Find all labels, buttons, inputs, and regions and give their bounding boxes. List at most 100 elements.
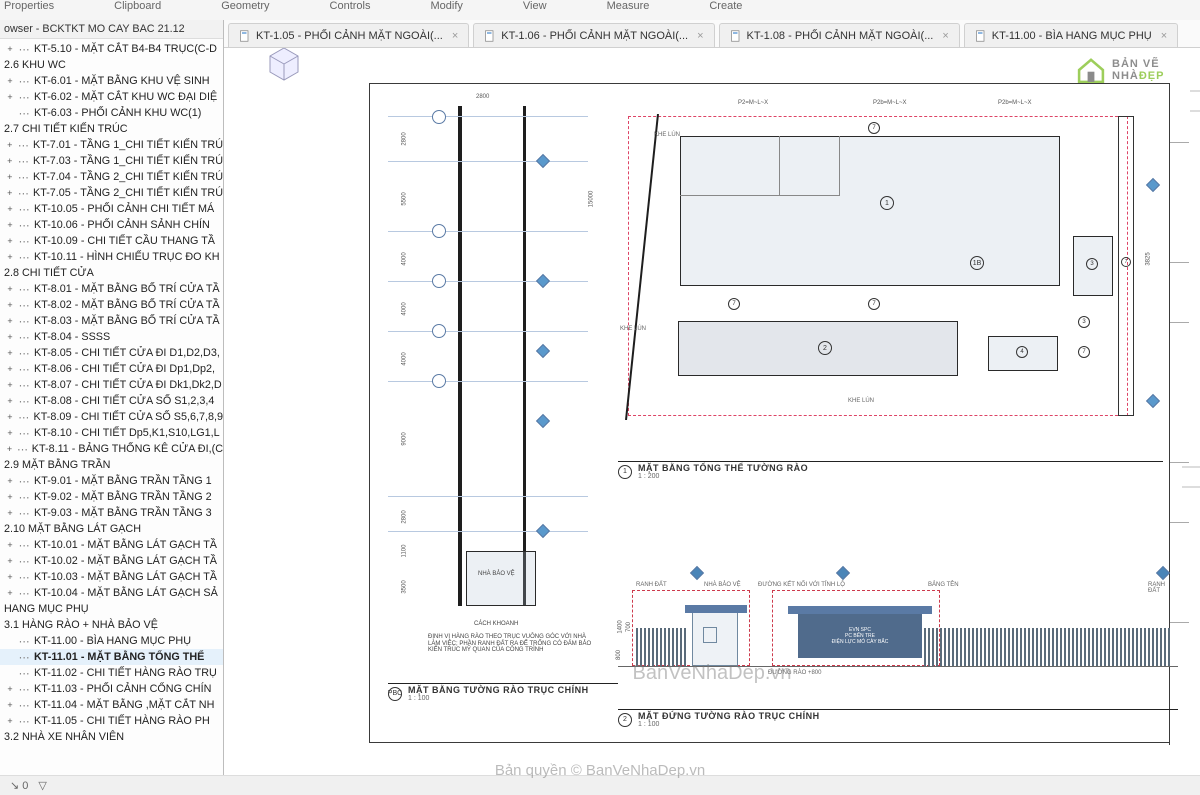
tree-label: KT-8.06 - CHI TIẾT CỬA ĐI Dp1,Dp2, xyxy=(32,363,215,375)
tree-item[interactable]: +⋯KT-10.04 - MẶT BẰNG LÁT GẠCH SẢ xyxy=(0,585,223,601)
grid-bubble xyxy=(429,271,449,291)
tree-item[interactable]: +⋯KT-8.04 - SSSS xyxy=(0,329,223,345)
tree-item[interactable]: +⋯KT-8.05 - CHI TIẾT CỬA ĐI D1,D2,D3, xyxy=(0,345,223,361)
view-title: MẶT ĐỨNG TƯỜNG RÀO TRỤC CHÍNH xyxy=(638,711,820,721)
tree-item[interactable]: ⋯KT-11.02 - CHI TIẾT HÀNG RÀO TRỤ xyxy=(0,665,223,681)
tree-item[interactable]: +⋯KT-11.05 - CHI TIẾT HÀNG RÀO PH xyxy=(0,713,223,729)
room-tag: 2 xyxy=(818,341,832,355)
tree-item[interactable]: +⋯KT-8.09 - CHI TIẾT CỬA SỐ S5,6,7,8,9 xyxy=(0,409,223,425)
tree-item[interactable]: +⋯KT-8.03 - MẶT BẰNG BỐ TRÍ CỬA TẦ xyxy=(0,313,223,329)
fence-right xyxy=(924,626,1174,666)
grid-bubble xyxy=(429,321,449,341)
tree-label: 3.1 HÀNG RÀO + NHÀ BẢO VỆ xyxy=(2,619,158,631)
tree-label: KT-8.11 - BẢNG THỐNG KÊ CỬA ĐI,(C xyxy=(30,443,223,455)
tree-item[interactable]: +⋯KT-10.11 - HÌNH CHIẾU TRỤC ĐO KH xyxy=(0,249,223,265)
tree-item[interactable]: +⋯KT-7.04 - TẦNG 2_CHI TIẾT KIẾN TRÚ xyxy=(0,169,223,185)
status-bar: ↘ 0 ▽ xyxy=(0,775,1200,795)
project-browser[interactable]: owser - BCKTKT MO CAY BAC 21.12 +⋯KT-5.1… xyxy=(0,20,224,775)
tree-item[interactable]: +⋯KT-5.10 - MẶT CẮT B4-B4 TRỤC(C-D xyxy=(0,41,223,57)
tree-label: KT-11.00 - BÌA HANG MỤC PHỤ xyxy=(32,635,191,647)
tree-label: KT-10.11 - HÌNH CHIẾU TRỤC ĐO KH xyxy=(32,251,220,263)
view-tab[interactable]: KT-11.00 - BÌA HANG MỤC PHỤ × xyxy=(964,23,1178,47)
tree-item[interactable]: +⋯KT-8.10 - CHI TIẾT Dp5,K1,S10,LG1,L xyxy=(0,425,223,441)
tree-item[interactable]: +⋯KT-6.02 - MẶT CẮT KHU WC ĐẠI DIỆ xyxy=(0,89,223,105)
house-icon xyxy=(1074,53,1108,87)
tree-item[interactable]: +⋯KT-7.01 - TẦNG 1_CHI TIẾT KIẾN TRÚ xyxy=(0,137,223,153)
view-tab[interactable]: KT-1.08 - PHỐI CẢNH MẶT NGOÀI(... × xyxy=(719,23,960,47)
tree-item[interactable]: +⋯KT-8.11 - BẢNG THỐNG KÊ CỬA ĐI,(C xyxy=(0,441,223,457)
tree-label: 3.2 NHÀ XE NHÂN VIÊN xyxy=(2,731,124,743)
room-tag: 3 xyxy=(1086,258,1098,270)
section-tag xyxy=(536,414,550,428)
tree-item[interactable]: +⋯KT-11.03 - PHỐI CẢNH CỔNG CHÍN xyxy=(0,681,223,697)
tree-label: KT-8.09 - CHI TIẾT CỬA SỐ S5,6,7,8,9 xyxy=(32,411,223,423)
view-scale: 1 : 100 xyxy=(408,695,589,702)
tree-label: KT-8.03 - MẶT BẰNG BỐ TRÍ CỬA TẦ xyxy=(32,315,220,327)
close-icon[interactable]: × xyxy=(942,30,948,42)
selection-count: ↘ 0 xyxy=(10,779,28,792)
tree-item[interactable]: +⋯KT-11.04 - MẶT BẰNG ,MẶT CẮT NH xyxy=(0,697,223,713)
view-tab[interactable]: KT-1.05 - PHỐI CẢNH MẶT NGOÀI(... × xyxy=(228,23,469,47)
tree-label: KT-8.10 - CHI TIẾT Dp5,K1,S10,LG1,L xyxy=(32,427,220,439)
section-tag xyxy=(536,344,550,358)
sheet-frame: ĐI NGÃ 3 BẾN ĐT 882 ĐI CHỢ BA VÁT xyxy=(369,83,1189,743)
tree-item[interactable]: +⋯KT-8.01 - MẶT BẰNG BỐ TRÍ CỬA TẦ xyxy=(0,281,223,297)
tree-item[interactable]: +⋯KT-7.05 - TẦNG 2_CHI TIẾT KIẾN TRÚ xyxy=(0,185,223,201)
room-tag: 1B xyxy=(970,256,984,270)
close-icon[interactable]: × xyxy=(697,30,703,42)
tree-item[interactable]: ⋯KT-11.01 - MẶT BẰNG TỔNG THỂ xyxy=(0,649,223,665)
drawing-canvas[interactable]: BẢN VẼ NHÀĐẸP xyxy=(224,48,1200,775)
tree-item[interactable]: +⋯KT-10.05 - PHỐI CẢNH CHI TIẾT MÁ xyxy=(0,201,223,217)
close-icon[interactable]: × xyxy=(452,30,458,42)
tree-group[interactable]: 2.7 CHI TIẾT KIẾN TRÚC xyxy=(0,121,223,137)
tree-label: KT-11.03 - PHỐI CẢNH CỔNG CHÍN xyxy=(32,683,211,695)
view-number: 2 xyxy=(618,713,632,727)
elev-tag xyxy=(690,566,704,580)
tree-label: KT-10.06 - PHỐI CẢNH SẢNH CHÍN xyxy=(32,219,210,231)
sheet-icon xyxy=(484,30,496,42)
tree-label: KT-11.04 - MẶT BẰNG ,MẶT CẮT NH xyxy=(32,699,214,711)
section-tag xyxy=(536,274,550,288)
tree-item[interactable]: +⋯KT-7.03 - TẦNG 1_CHI TIẾT KIẾN TRÚ xyxy=(0,153,223,169)
view-title: MẶT BẰNG TỔNG THỂ TƯỜNG RÀO xyxy=(638,463,808,473)
tree-label: KT-8.04 - SSSS xyxy=(32,331,110,343)
tree-item[interactable]: +⋯KT-8.02 - MẶT BẰNG BỐ TRÍ CỬA TẦ xyxy=(0,297,223,313)
tree-group[interactable]: 2.6 KHU WC xyxy=(0,57,223,73)
tree-item[interactable]: ⋯KT-6.03 - PHỐI CẢNH KHU WC(1) xyxy=(0,105,223,121)
grid-bubble xyxy=(429,221,449,241)
tree-item[interactable]: +⋯KT-8.07 - CHI TIẾT CỬA ĐI Dk1,Dk2,D xyxy=(0,377,223,393)
road-context: ĐI NGÃ 3 BẾN ĐT 882 ĐI CHỢ BA VÁT xyxy=(1180,89,1200,489)
tree-item[interactable]: ⋯KT-11.00 - BÌA HANG MỤC PHỤ xyxy=(0,633,223,649)
view-site-plan: 1 1B 2 4 3 xyxy=(618,96,1163,456)
view-tabs: KT-1.05 - PHỐI CẢNH MẶT NGOÀI(... × KT-1… xyxy=(224,20,1200,48)
tree-group[interactable]: 2.8 CHI TIẾT CỬA xyxy=(0,265,223,281)
view-cube[interactable] xyxy=(264,48,304,84)
filter-icon[interactable]: ▽ xyxy=(38,779,46,792)
close-icon[interactable]: × xyxy=(1161,30,1167,42)
tree-group[interactable]: 2.9 MẶT BẰNG TRẦN xyxy=(0,457,223,473)
view-left-plan: 2800 5500 4000 4000 4000 9000 2800 1100 … xyxy=(388,96,598,656)
tree-label: KT-7.05 - TẦNG 2_CHI TIẾT KIẾN TRÚ xyxy=(31,187,223,199)
tree-group[interactable]: HANG MỤC PHỤ xyxy=(0,601,223,617)
tree-item[interactable]: +⋯KT-10.09 - CHI TIẾT CẦU THANG TẦ xyxy=(0,233,223,249)
tree-item[interactable]: +⋯KT-8.06 - CHI TIẾT CỬA ĐI Dp1,Dp2, xyxy=(0,361,223,377)
sheet-icon xyxy=(975,30,987,42)
tree-label: KT-8.07 - CHI TIẾT CỬA ĐI Dk1,Dk2,D xyxy=(32,379,222,391)
tree-item[interactable]: +⋯KT-9.01 - MẶT BẰNG TRẦN TẦNG 1 xyxy=(0,473,223,489)
tree-item[interactable]: +⋯KT-9.03 - MẶT BẰNG TRẦN TẦNG 3 xyxy=(0,505,223,521)
tab-label: KT-1.08 - PHỐI CẢNH MẶT NGOÀI(... xyxy=(747,30,934,42)
tree-item[interactable]: +⋯KT-10.03 - MẶT BẰNG LÁT GẠCH TẦ xyxy=(0,569,223,585)
tree-item[interactable]: +⋯KT-8.08 - CHI TIẾT CỬA SỐ S1,2,3,4 xyxy=(0,393,223,409)
tree-group[interactable]: 3.2 NHÀ XE NHÂN VIÊN xyxy=(0,729,223,745)
tree-item[interactable]: +⋯KT-10.01 - MẶT BẰNG LÁT GẠCH TẦ xyxy=(0,537,223,553)
tree-group[interactable]: 3.1 HÀNG RÀO + NHÀ BẢO VỆ xyxy=(0,617,223,633)
tree-item[interactable]: +⋯KT-10.02 - MẶT BẰNG LÁT GẠCH TẦ xyxy=(0,553,223,569)
tree-group[interactable]: 2.10 MẶT BẰNG LÁT GẠCH xyxy=(0,521,223,537)
tree-label: 2.8 CHI TIẾT CỬA xyxy=(2,267,94,279)
tree-label: KT-9.02 - MẶT BẰNG TRẦN TẦNG 2 xyxy=(32,491,212,503)
tree-item[interactable]: +⋯KT-10.06 - PHỐI CẢNH SẢNH CHÍN xyxy=(0,217,223,233)
view-tab[interactable]: KT-1.06 - PHỐI CẢNH MẶT NGOÀI(... × xyxy=(473,23,714,47)
tree-item[interactable]: +⋯KT-9.02 - MẶT BẰNG TRẦN TẦNG 2 xyxy=(0,489,223,505)
section-tag xyxy=(536,524,550,538)
tree-item[interactable]: +⋯KT-6.01 - MẶT BẰNG KHU VỆ SINH xyxy=(0,73,223,89)
